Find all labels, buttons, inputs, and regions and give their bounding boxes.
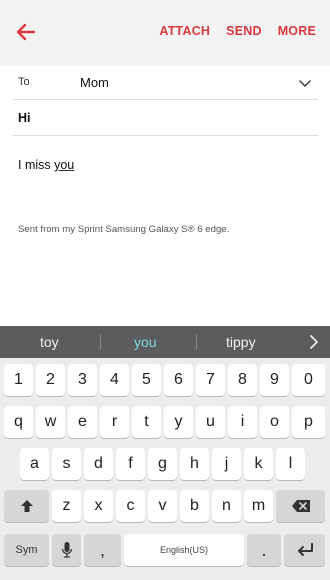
key-r[interactable]: r: [100, 406, 129, 438]
key-c[interactable]: c: [116, 490, 145, 522]
key-5[interactable]: 5: [132, 364, 161, 396]
message-prefix: I miss: [18, 158, 55, 172]
subject-field[interactable]: Hi: [18, 111, 31, 125]
suggestion-3[interactable]: tippy: [226, 334, 256, 350]
key-w[interactable]: w: [36, 406, 65, 438]
key-y[interactable]: y: [164, 406, 193, 438]
key-h[interactable]: h: [180, 448, 209, 480]
key-l[interactable]: l: [276, 448, 305, 480]
key-v[interactable]: v: [148, 490, 177, 522]
message-body[interactable]: I miss you Sent from my Sprint Samsung G…: [12, 136, 318, 326]
chevron-right-icon[interactable]: [308, 334, 320, 350]
sym-key[interactable]: Sym: [4, 534, 49, 566]
send-button[interactable]: SEND: [218, 24, 270, 38]
key-n[interactable]: n: [212, 490, 241, 522]
key-g[interactable]: g: [148, 448, 177, 480]
microphone-icon: [61, 542, 72, 558]
key-8[interactable]: 8: [228, 364, 257, 396]
suggestion-1[interactable]: toy: [40, 334, 59, 350]
message-text[interactable]: I miss you: [18, 158, 74, 172]
arrow-left-icon[interactable]: [14, 20, 38, 44]
key-j[interactable]: j: [212, 448, 241, 480]
keyboard: toy you tippy 1 2 3 4 5 6 7 8 9 0 q w e …: [0, 326, 330, 580]
key-x[interactable]: x: [84, 490, 113, 522]
key-9[interactable]: 9: [260, 364, 289, 396]
suggestion-divider: [196, 334, 197, 350]
key-a[interactable]: a: [20, 448, 49, 480]
chevron-down-icon[interactable]: [298, 76, 312, 90]
space-key[interactable]: English(US): [124, 534, 244, 566]
backspace-icon: [291, 500, 310, 512]
recipient-field[interactable]: Mom: [80, 75, 109, 90]
key-3[interactable]: 3: [68, 364, 97, 396]
key-0[interactable]: 0: [292, 364, 325, 396]
suggestion-bar: toy you tippy: [0, 326, 330, 358]
key-1[interactable]: 1: [4, 364, 33, 396]
shift-key[interactable]: [4, 490, 49, 522]
suggestion-divider: [100, 334, 101, 350]
key-q[interactable]: q: [4, 406, 33, 438]
key-p[interactable]: p: [292, 406, 325, 438]
key-m[interactable]: m: [244, 490, 273, 522]
key-o[interactable]: o: [260, 406, 289, 438]
key-b[interactable]: b: [180, 490, 209, 522]
shift-icon: [20, 500, 33, 512]
key-7[interactable]: 7: [196, 364, 225, 396]
key-6[interactable]: 6: [164, 364, 193, 396]
key-u[interactable]: u: [196, 406, 225, 438]
action-bar: ATTACH SEND MORE: [0, 0, 330, 66]
key-4[interactable]: 4: [100, 364, 129, 396]
key-z[interactable]: z: [52, 490, 81, 522]
key-e[interactable]: e: [68, 406, 97, 438]
key-d[interactable]: d: [84, 448, 113, 480]
more-button[interactable]: MORE: [270, 24, 324, 38]
message-composing-word: you: [54, 158, 75, 172]
to-label: To: [18, 76, 30, 88]
key-t[interactable]: t: [132, 406, 161, 438]
subject-row[interactable]: Hi: [12, 100, 318, 136]
backspace-key[interactable]: [276, 490, 325, 522]
voice-input-key[interactable]: [52, 534, 81, 566]
action-buttons: ATTACH SEND MORE: [151, 24, 324, 38]
key-f[interactable]: f: [116, 448, 145, 480]
signature-text: Sent from my Sprint Samsung Galaxy S® 6 …: [18, 224, 230, 235]
key-s[interactable]: s: [52, 448, 81, 480]
key-k[interactable]: k: [244, 448, 273, 480]
key-i[interactable]: i: [228, 406, 257, 438]
suggestion-2[interactable]: you: [134, 334, 157, 350]
enter-key[interactable]: [284, 534, 325, 566]
period-key[interactable]: .: [247, 534, 281, 566]
recipient-row[interactable]: To Mom: [12, 66, 318, 100]
enter-icon: [297, 543, 313, 556]
attach-button[interactable]: ATTACH: [151, 24, 218, 38]
key-2[interactable]: 2: [36, 364, 65, 396]
comma-key[interactable]: ,: [84, 534, 121, 566]
